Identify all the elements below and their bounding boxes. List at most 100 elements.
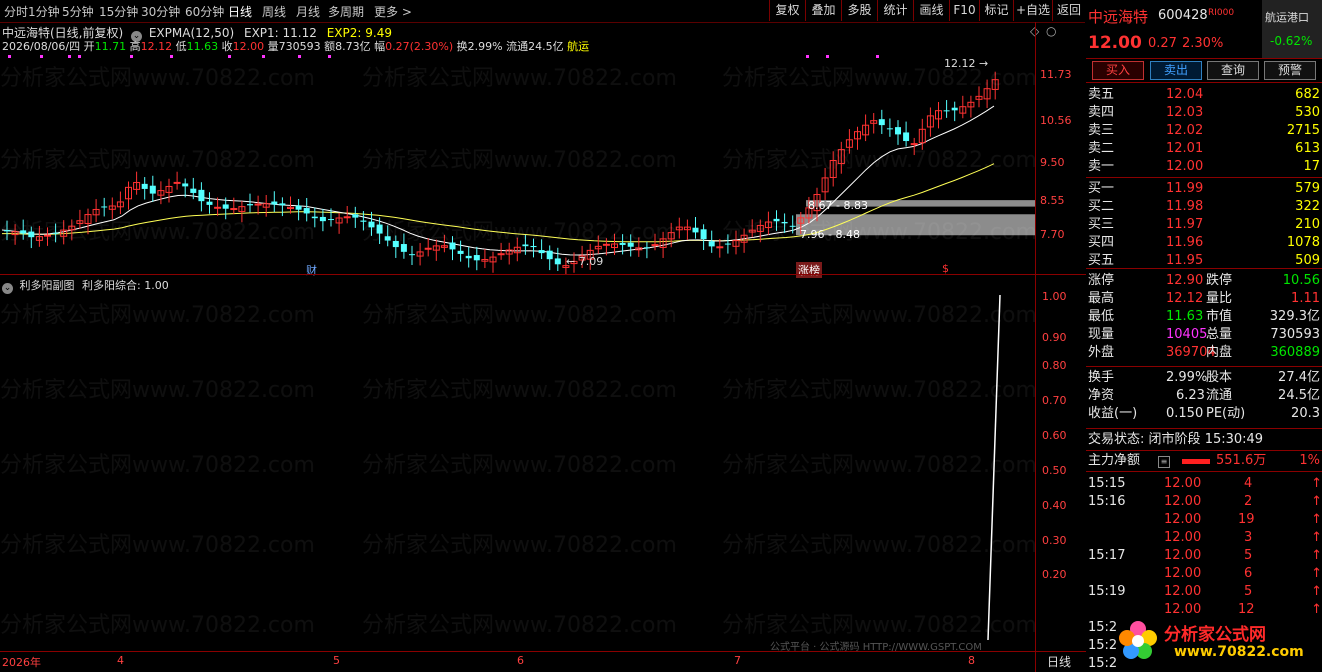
f10-button[interactable]: F10: [949, 0, 979, 21]
box1-label: 8.67 - 8.83: [808, 199, 868, 212]
candle-body: [409, 254, 415, 256]
period-tab-monthly[interactable]: 月线: [296, 3, 320, 20]
candle-body: [943, 110, 950, 112]
price-tick: 11.73: [1040, 68, 1072, 81]
candle-body: [530, 245, 537, 248]
candle-body: [400, 244, 407, 252]
ticks-divider: [1086, 471, 1322, 472]
xaxis-mode[interactable]: 日线: [1047, 653, 1071, 670]
list-icon[interactable]: ≡: [1158, 456, 1170, 468]
period-tab-5min[interactable]: 5分钟: [62, 3, 94, 20]
candle-body: [651, 244, 659, 247]
overlay-button[interactable]: 叠加: [805, 0, 841, 21]
quote-header: 中远海特 600428 RI000 航运港口 -0.62% 12.00 0.27…: [1086, 0, 1322, 59]
stat-row: 收益(一) 0.150 PE(动) 20.3: [1088, 406, 1320, 421]
xaxis-label: 5: [333, 654, 340, 667]
candle-body: [206, 201, 213, 205]
indicator-subchart[interactable]: [0, 290, 1035, 650]
tick-row: 12.00 19 ↑: [1164, 512, 1322, 527]
candle-body: [149, 185, 156, 194]
logo-url: www.70822.com: [1174, 644, 1304, 660]
period-tab-15min[interactable]: 15分钟: [99, 3, 138, 20]
multi-stock-button[interactable]: 多股: [841, 0, 877, 21]
tick-row: 15:19 12.00 5 ↑: [1088, 584, 1322, 599]
candle-body: [198, 189, 205, 202]
panel-change: 0.27: [1148, 36, 1177, 51]
signal-dot: [262, 55, 265, 58]
fuquan-button[interactable]: 复权: [769, 0, 805, 21]
stat-row: 最高 12.12 量比 1.11: [1088, 291, 1320, 306]
ask-book: 卖五 12.04 682 卖四 12.03 530 卖三 12.02 2715 卖二 12.0…: [1086, 86, 1322, 178]
query-button[interactable]: 查询: [1207, 61, 1259, 80]
xaxis-label: 7: [734, 654, 741, 667]
draw-line-button[interactable]: 画线: [913, 0, 949, 21]
limit-up-tag[interactable]: 涨榜: [796, 262, 822, 278]
candle-body: [546, 250, 553, 260]
candle-body: [384, 236, 391, 241]
back-button[interactable]: 返回: [1052, 0, 1085, 21]
candlestick-chart[interactable]: [0, 52, 1035, 274]
candle-body: [724, 243, 731, 245]
price-axis: 11.73 10.56 9.50 8.55 7.70: [1036, 52, 1086, 274]
period-tab-daily[interactable]: 日线: [228, 3, 252, 20]
candle-body: [538, 250, 545, 254]
candle-body: [951, 107, 958, 111]
book-divider: [1086, 177, 1322, 178]
signal-dot: [328, 55, 331, 58]
candle-body: [319, 216, 326, 222]
candle-body: [602, 243, 610, 246]
candle-body: [141, 183, 148, 189]
logo-title: 分析家公式网: [1164, 625, 1266, 645]
finance-tag[interactable]: 财: [306, 262, 317, 278]
signal-dot: [876, 55, 879, 58]
ask-row: 卖三 12.02 2715: [1088, 123, 1320, 138]
period-tab-30min[interactable]: 30分钟: [141, 3, 180, 20]
candle-body: [254, 203, 262, 206]
candle-body: [52, 232, 59, 234]
stat-row: 换手 2.99% 股本 27.4亿: [1088, 370, 1320, 385]
stats-divider: [1086, 268, 1322, 269]
main-net-row[interactable]: 主力净额 ≡ 551.6万 1%: [1088, 452, 1322, 470]
period-tab-weekly[interactable]: 周线: [262, 3, 286, 20]
candle-body: [368, 221, 375, 228]
candle-body: [44, 234, 51, 237]
candle-body: [692, 227, 699, 233]
candle-body: [789, 225, 796, 227]
candle-body: [28, 231, 35, 238]
sub-tick: 1.00: [1042, 290, 1067, 303]
period-tab-fenshi[interactable]: 分时: [4, 3, 28, 20]
period-tab-more[interactable]: 更多 >: [374, 3, 412, 20]
mark-button[interactable]: 标记: [979, 0, 1013, 21]
panel-stock-name: 中远海特: [1088, 8, 1149, 26]
alert-button[interactable]: 预警: [1264, 61, 1316, 80]
statistics-button[interactable]: 统计: [877, 0, 913, 21]
candle-body: [886, 128, 893, 130]
signal-dot: [826, 55, 829, 58]
sector-change: -0.62%: [1270, 34, 1313, 48]
candle-body: [895, 127, 901, 135]
bid-row: 买三 11.97 210: [1088, 217, 1320, 232]
xaxis-label: 6: [517, 654, 524, 667]
close-icon[interactable]: ○: [1046, 24, 1056, 38]
candle-body: [773, 218, 780, 222]
period-tab-60min[interactable]: 60分钟: [185, 3, 224, 20]
candle-body: [708, 241, 715, 247]
period-tab-multi[interactable]: 多周期: [328, 3, 364, 20]
candle-body: [473, 255, 480, 261]
bid-row: 买四 11.96 1078: [1088, 235, 1320, 250]
buy-button[interactable]: 买入: [1092, 61, 1144, 80]
candle-body: [214, 206, 222, 209]
ask-row: 卖一 12.00 17: [1088, 159, 1320, 174]
signal-dot: [78, 55, 81, 58]
period-tab-1min[interactable]: 1分钟: [28, 3, 60, 20]
candle-body: [700, 229, 707, 240]
sell-button[interactable]: 卖出: [1150, 61, 1202, 80]
add-watchlist-button[interactable]: +自选: [1013, 0, 1052, 21]
sub-tick: 0.70: [1042, 394, 1067, 407]
bid-book: 买一 11.99 579 买二 11.98 322 买三 11.97 210 买四 11.96…: [1086, 180, 1322, 272]
candle-body: [781, 221, 788, 224]
signal-dot: [130, 55, 133, 58]
candle-body: [716, 246, 724, 249]
tick-row: 15:15 12.00 4 ↑: [1088, 476, 1322, 491]
sector-box[interactable]: 航运港口 -0.62%: [1262, 0, 1322, 58]
